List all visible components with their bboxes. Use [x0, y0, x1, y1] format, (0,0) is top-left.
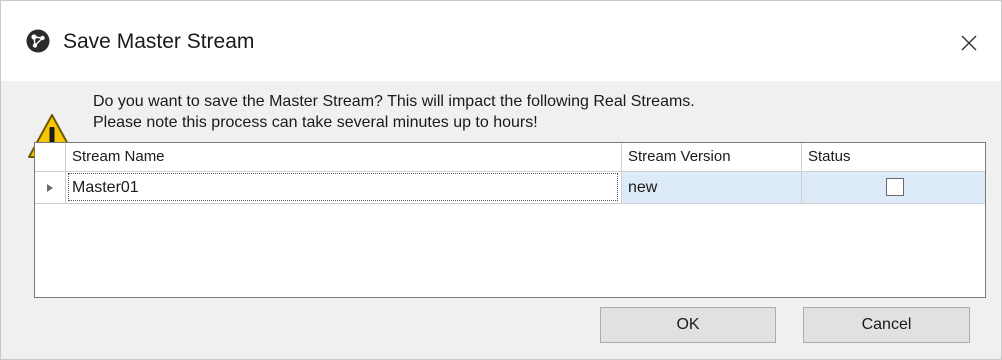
cell-status[interactable]: [802, 172, 985, 203]
column-header-status[interactable]: Status: [802, 143, 985, 171]
cell-stream-name[interactable]: Master01: [66, 172, 622, 203]
column-header-stream-version[interactable]: Stream Version: [622, 143, 802, 171]
dialog-body: Do you want to save the Master Stream? T…: [1, 81, 1001, 359]
message-line-2: Please note this process can take severa…: [93, 114, 538, 131]
close-button[interactable]: [949, 23, 989, 63]
table-row[interactable]: Master01 new: [35, 172, 985, 204]
cancel-button[interactable]: Cancel: [803, 307, 970, 343]
dialog-title: Save Master Stream: [63, 30, 255, 53]
status-checkbox[interactable]: [886, 178, 904, 196]
close-icon: [961, 35, 977, 51]
title-bar: Save Master Stream: [1, 1, 1001, 81]
cell-stream-version[interactable]: new: [622, 172, 802, 203]
column-header-stream-name[interactable]: Stream Name: [66, 143, 622, 171]
app-network-icon: [26, 29, 50, 53]
grid-header: Stream Name Stream Version Status: [35, 143, 985, 172]
row-header-corner: [35, 143, 66, 171]
ok-button[interactable]: OK: [600, 307, 776, 343]
save-master-stream-dialog: Save Master Stream Do you want to save t…: [0, 0, 1002, 360]
message-line-1: Do you want to save the Master Stream? T…: [93, 93, 695, 110]
warning-message: Do you want to save the Master Stream? T…: [93, 91, 695, 133]
streams-grid[interactable]: Stream Name Stream Version Status Master…: [34, 142, 986, 298]
row-pointer-icon: [47, 183, 53, 192]
row-selector[interactable]: [35, 172, 66, 203]
